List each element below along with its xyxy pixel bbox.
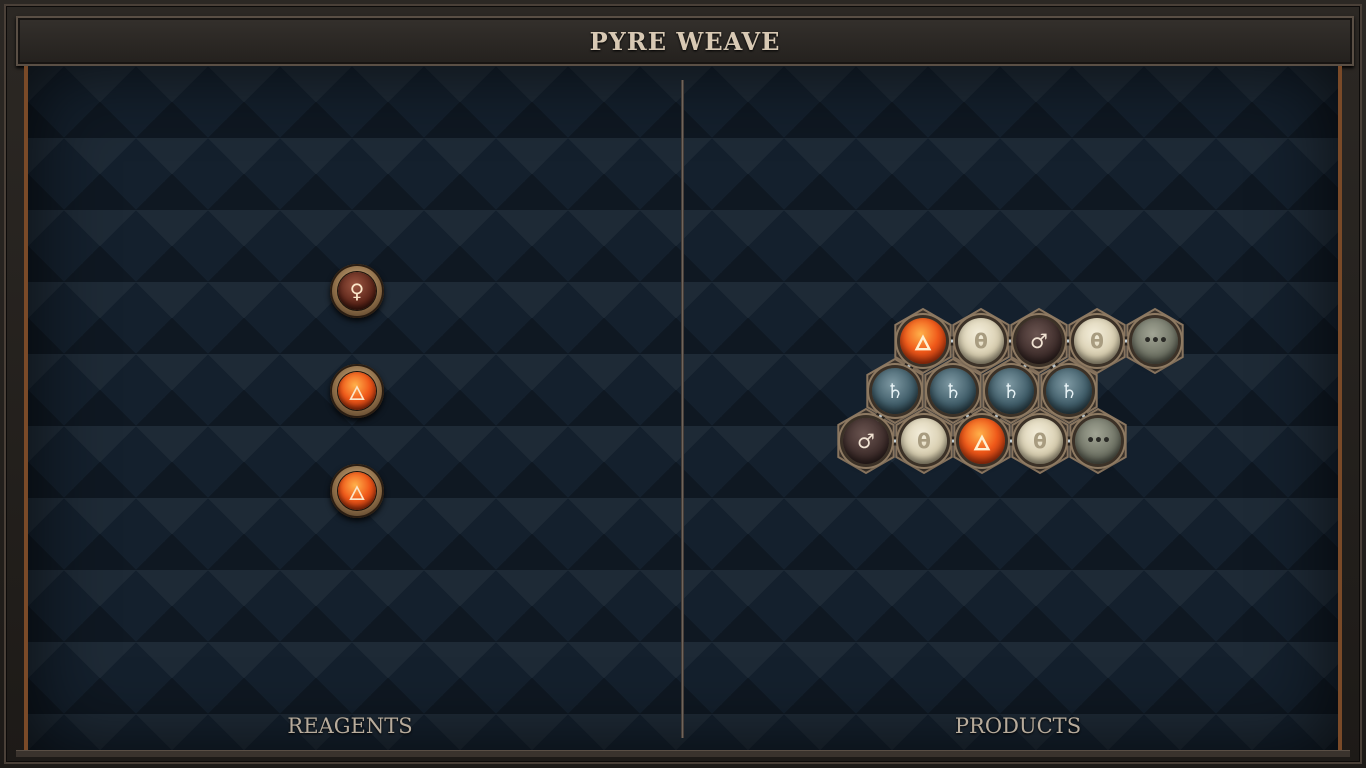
- atom-salt[interactable]: θ: [901, 418, 947, 464]
- lead-icon: ♄: [944, 379, 962, 403]
- salt-icon: θ: [1090, 329, 1104, 353]
- atom-lead[interactable]: ♄: [930, 368, 976, 414]
- lead-icon: ♄: [1060, 379, 1078, 403]
- atom-mars[interactable]: ♂: [1016, 318, 1062, 364]
- atom-lead[interactable]: ♄: [988, 368, 1034, 414]
- quintessence-icon: •••: [1143, 333, 1168, 349]
- bottom-frame: [16, 750, 1350, 757]
- fire-triangle-icon: 🜂: [338, 372, 376, 410]
- atom-fire[interactable]: 🜂: [900, 318, 946, 364]
- reagent-fire[interactable]: 🜂: [330, 364, 384, 418]
- salt-icon: θ: [1033, 429, 1047, 453]
- atom-quintessence[interactable]: •••: [1132, 318, 1178, 364]
- mars-icon: ♂: [1030, 329, 1048, 353]
- atom-quintessence[interactable]: •••: [1075, 418, 1121, 464]
- quintessence-icon: •••: [1086, 433, 1111, 449]
- atom-salt[interactable]: θ: [958, 318, 1004, 364]
- panel-divider: [681, 80, 684, 738]
- atom-salt[interactable]: θ: [1074, 318, 1120, 364]
- products-label: PRODUCTS: [954, 714, 1082, 738]
- lead-icon: ♄: [886, 379, 904, 403]
- reagent-venus[interactable]: ♀: [330, 264, 384, 318]
- reagents-label: REAGENTS: [287, 714, 413, 738]
- mars-icon: ♂: [857, 429, 875, 453]
- atom-salt[interactable]: θ: [1017, 418, 1063, 464]
- fire-triangle-icon: 🜂: [914, 330, 932, 355]
- atom-fire[interactable]: 🜂: [959, 418, 1005, 464]
- lead-icon: ♄: [1002, 379, 1020, 403]
- fire-triangle-icon: 🜂: [973, 430, 991, 455]
- venus-icon: ♀: [338, 272, 376, 310]
- reagent-fire[interactable]: 🜂: [330, 464, 384, 518]
- title-bar: PYRE WEAVE: [16, 16, 1354, 66]
- atom-lead[interactable]: ♄: [1046, 368, 1092, 414]
- salt-icon: θ: [917, 429, 931, 453]
- atom-lead[interactable]: ♄: [872, 368, 918, 414]
- salt-icon: θ: [974, 329, 988, 353]
- atom-mars[interactable]: ♂: [843, 418, 889, 464]
- fire-triangle-icon: 🜂: [338, 472, 376, 510]
- puzzle-title: PYRE WEAVE: [589, 26, 781, 56]
